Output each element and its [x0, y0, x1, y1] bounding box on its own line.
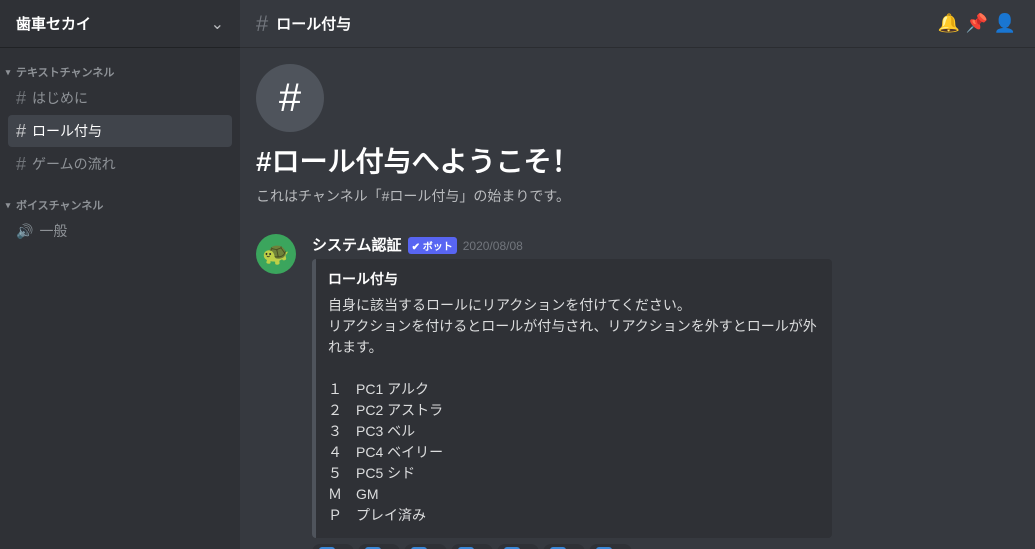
welcome-title: #ロール付与へようこそ！ [256, 140, 1019, 180]
section-label: テキストチャンネル [16, 64, 114, 80]
channel-item-role-fuyo[interactable]: # ロール付与 [8, 115, 232, 147]
message: 🐢 システム認証 ✔ ボット 2020/08/08 ロール付与 自身に該当するロ… [256, 230, 1019, 549]
speaker-icon: 🔊 [16, 223, 33, 240]
reaction-p[interactable]: P 7 [589, 544, 631, 549]
welcome-subtitle: これはチャンネル「#ロール付与」の始まりです。 [256, 186, 1019, 206]
channel-item-hajimeni[interactable]: # はじめに [8, 82, 232, 114]
reaction-m[interactable]: M 1 [543, 544, 585, 549]
notifications-icon[interactable]: 🔔 [935, 13, 963, 34]
server-name: 歯車セカイ [16, 13, 91, 34]
embed: ロール付与 自身に該当するロールにリアクションを付けてください。 リアクションを… [312, 259, 832, 538]
reaction-5[interactable]: 5 2 [497, 544, 539, 549]
bot-tag: ✔ ボット [408, 237, 457, 254]
channel-label: 一般 [39, 221, 67, 241]
hash-icon: # [16, 88, 26, 109]
voice-channel-item-general[interactable]: 🔊 一般 [8, 215, 232, 247]
channel-label: はじめに [32, 88, 88, 108]
avatar[interactable]: 🐢 [256, 234, 296, 274]
channel-item-game-flow[interactable]: # ゲームの流れ [8, 148, 232, 180]
voice-channel-section-header[interactable]: ▾ ボイスチャンネル [0, 197, 240, 213]
channel-topbar: # ロール付与 🔔 📌 👤 [240, 0, 1035, 48]
reaction-2[interactable]: 2 2 [358, 544, 400, 549]
main-area: # ロール付与 🔔 📌 👤 # #ロール付与へようこそ！ これはチャンネル「#ロ… [240, 0, 1035, 549]
hash-icon: # [16, 121, 26, 142]
text-channel-section: ▾ テキストチャンネル # はじめに # ロール付与 # ゲームの流れ [0, 48, 240, 181]
chevron-down-icon: ▾ [2, 200, 14, 211]
sidebar: 歯車セカイ ⌄ ▾ テキストチャンネル # はじめに # ロール付与 # ゲーム… [0, 0, 240, 549]
hash-icon: # [256, 11, 268, 37]
message-header: システム認証 ✔ ボット 2020/08/08 [312, 234, 1019, 255]
server-header[interactable]: 歯車セカイ ⌄ [0, 0, 240, 48]
chevron-down-icon: ⌄ [211, 14, 224, 34]
welcome-hash-icon: # [256, 64, 324, 132]
members-icon[interactable]: 👤 [991, 13, 1019, 34]
reaction-3[interactable]: 3 2 [404, 544, 446, 549]
text-channel-section-header[interactable]: ▾ テキストチャンネル [0, 64, 240, 80]
message-timestamp: 2020/08/08 [463, 239, 523, 253]
embed-title: ロール付与 [328, 269, 818, 289]
embed-description: 自身に該当するロールにリアクションを付けてください。 リアクションを付けるとロー… [328, 295, 818, 526]
voice-channel-section: ▾ ボイスチャンネル 🔊 一般 [0, 181, 240, 248]
message-author[interactable]: システム認証 [312, 234, 402, 255]
channel-label: ゲームの流れ [32, 154, 116, 174]
message-body: システム認証 ✔ ボット 2020/08/08 ロール付与 自身に該当するロール… [312, 234, 1019, 549]
hash-icon: # [16, 154, 26, 175]
chevron-down-icon: ▾ [2, 67, 14, 78]
reaction-1[interactable]: 1 1 [312, 544, 354, 549]
reaction-4[interactable]: 4 2 [451, 544, 493, 549]
channel-content: # #ロール付与へようこそ！ これはチャンネル「#ロール付与」の始まりです。 🐢… [240, 48, 1035, 549]
channel-label: ロール付与 [32, 121, 102, 141]
reactions-bar: 1 1 2 2 3 2 4 2 [312, 544, 1019, 549]
section-label: ボイスチャンネル [16, 197, 103, 213]
channel-title: ロール付与 [276, 13, 351, 34]
pin-icon[interactable]: 📌 [963, 13, 991, 34]
